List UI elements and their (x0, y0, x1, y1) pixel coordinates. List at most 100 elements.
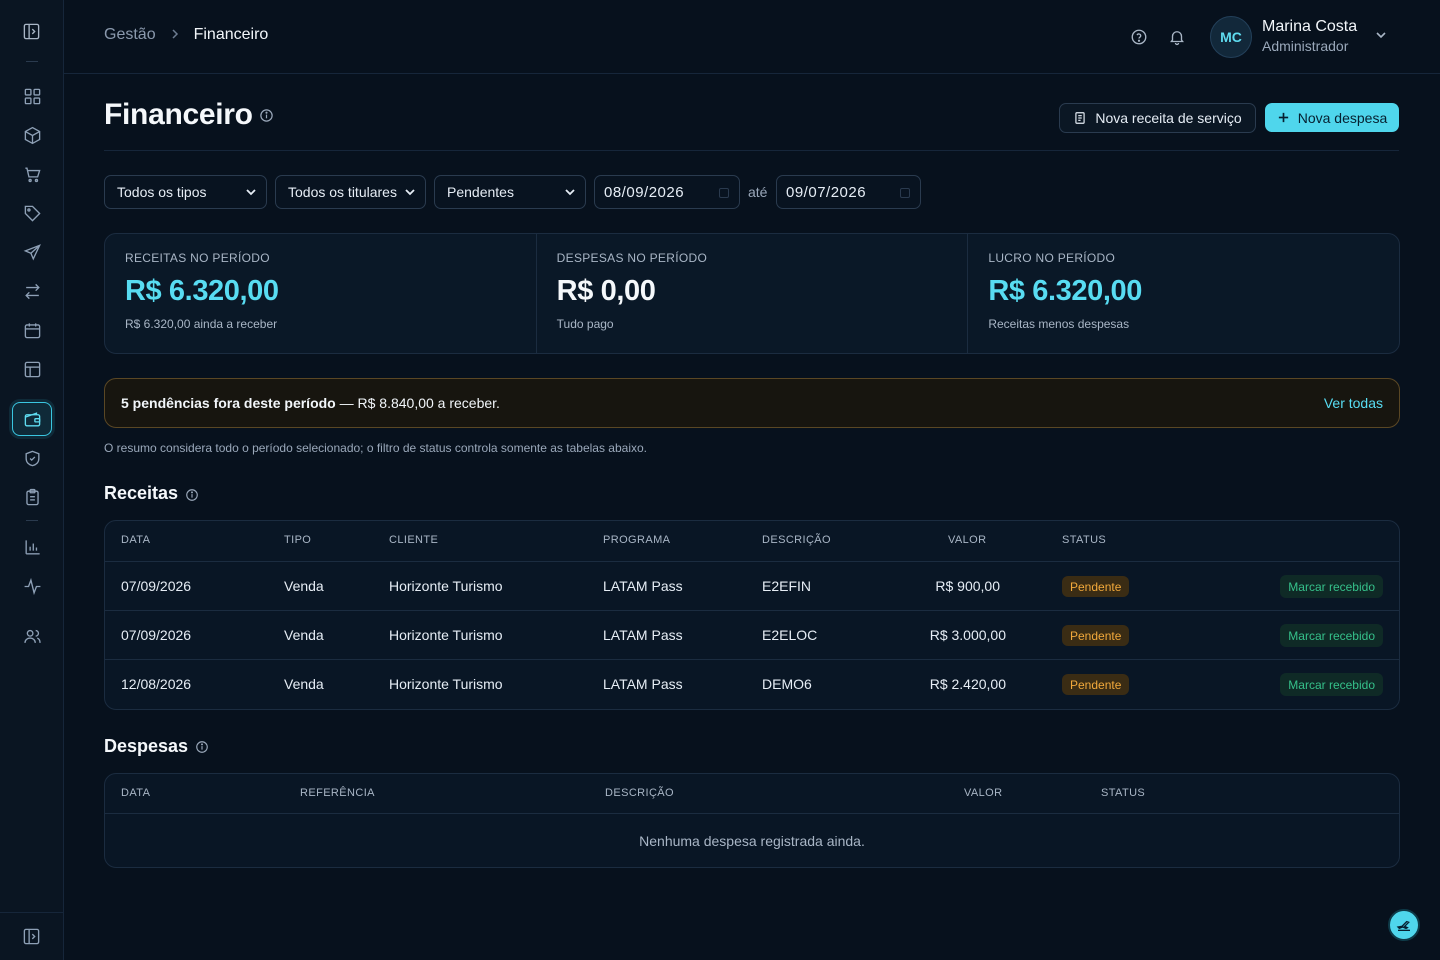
alert-text: 5 pendências fora deste período — R$ 8.8… (121, 395, 500, 411)
col-date: DATA (121, 787, 151, 799)
date-to-value: 09/07/2026 (786, 183, 867, 201)
user-name[interactable]: Marina Costa (1262, 18, 1357, 36)
sidebar-item-activity[interactable] (16, 570, 48, 602)
info-icon[interactable] (195, 740, 209, 754)
empty-state: Nenhuma despesa registrada ainda. (639, 832, 865, 849)
summary-note: O resumo considera todo o período seleci… (104, 441, 647, 455)
help-button[interactable] (1129, 27, 1149, 47)
help-icon (1131, 29, 1147, 45)
users-icon (23, 629, 41, 643)
calendar-icon[interactable] (900, 188, 910, 198)
see-all-link[interactable]: Ver todas (1324, 395, 1383, 411)
date-to-input[interactable]: 09/07/2026 (776, 175, 921, 209)
cell-date: 12/08/2026 (121, 676, 192, 692)
table-header: DATA REFERÊNCIA DESCRIÇÃO VALOR STATUS (105, 774, 1399, 814)
sidebar-item-security[interactable] (16, 442, 48, 474)
cell-description: E2ELOC (762, 627, 818, 643)
sidebar-collapse-button[interactable] (0, 912, 63, 960)
sidebar-item-transfers[interactable] (16, 275, 48, 307)
avatar[interactable]: MC (1210, 16, 1252, 58)
cart-icon (24, 166, 41, 182)
flight-icon (1396, 920, 1410, 931)
breadcrumb-parent[interactable]: Gestão (104, 26, 156, 44)
sidebar-item-dashboard[interactable] (16, 80, 48, 112)
profit-label: LUCRO NO PERÍODO (988, 251, 1116, 265)
new-expense-button[interactable]: Nova despesa (1265, 103, 1399, 132)
sidebar-item-tasks[interactable] (16, 481, 48, 513)
transfer-icon (24, 283, 40, 299)
calendar-icon[interactable] (719, 188, 729, 198)
date-from-input[interactable]: 08/09/2026 (594, 175, 740, 209)
clipboard-icon (25, 488, 39, 505)
col-description: DESCRIÇÃO (605, 787, 674, 799)
sidebar-item-calendar[interactable] (16, 314, 48, 346)
cell-description: DEMO6 (762, 676, 812, 692)
info-icon[interactable] (185, 488, 199, 502)
user-role: Administrador (1262, 38, 1349, 54)
holder-filter-select[interactable]: Todos os titulares (275, 175, 426, 209)
cell-value: R$ 3.000,00 (929, 627, 1006, 643)
alert-count: 5 pendências fora deste período (121, 395, 336, 411)
despesas-title: Despesas (104, 736, 189, 756)
cell-program: LATAM Pass (603, 578, 683, 594)
chevron-down-icon (1376, 32, 1386, 39)
user-menu-toggle[interactable] (1374, 28, 1388, 45)
chevron-right-icon (170, 28, 180, 43)
expenses-value: R$ 0,00 (556, 275, 656, 307)
table-row: 12/08/2026 Venda Horizonte Turismo LATAM… (105, 660, 1399, 709)
cell-date: 07/09/2026 (121, 627, 192, 643)
cell-type: Venda (284, 578, 324, 594)
new-service-receipt-label: Nova receita de serviço (1095, 110, 1242, 126)
chevron-down-icon (565, 189, 575, 196)
sidebar-item-products[interactable] (16, 119, 48, 151)
mark-received-button[interactable]: Marcar recebido (1280, 624, 1383, 647)
col-type: TIPO (284, 534, 312, 546)
income-label: RECEITAS NO PERÍODO (125, 251, 270, 265)
table-row: 07/09/2026 Venda Horizonte Turismo LATAM… (105, 562, 1399, 611)
sidebar-item-flights[interactable] (16, 236, 48, 268)
notifications-button[interactable] (1167, 27, 1187, 47)
page-title: Financeiro (104, 98, 253, 131)
mark-received-button[interactable]: Marcar recebido (1280, 673, 1383, 696)
sidebar-item-financeiro[interactable] (12, 402, 52, 436)
cell-value: R$ 2.420,00 (929, 676, 1006, 692)
cell-value: R$ 900,00 (935, 578, 1000, 594)
layout-icon (24, 361, 40, 377)
chevron-down-icon (405, 189, 415, 196)
table-row: 07/09/2026 Venda Horizonte Turismo LATAM… (105, 611, 1399, 660)
type-filter-select[interactable]: Todos os tipos (104, 175, 267, 209)
sidebar-divider (26, 520, 38, 521)
document-icon (1075, 112, 1086, 124)
status-filter-select[interactable]: Pendentes (434, 175, 586, 209)
sidebar-toggle-button[interactable] (0, 0, 63, 62)
cell-date: 07/09/2026 (121, 578, 192, 594)
chevron-down-icon (246, 189, 256, 196)
sidebar-item-offers[interactable] (16, 197, 48, 229)
new-expense-label: Nova despesa (1297, 109, 1388, 126)
sidebar-item-reports[interactable] (16, 531, 48, 563)
calendar-icon (24, 322, 40, 338)
receitas-title: Receitas (104, 483, 179, 503)
income-card: RECEITAS NO PERÍODO R$ 6.320,00 R$ 6.320… (105, 234, 536, 353)
sidebar-toggle-icon (23, 23, 40, 39)
sidebar-item-layout[interactable] (16, 353, 48, 385)
col-program: PROGRAMA (603, 534, 671, 546)
wallet-icon (24, 411, 40, 427)
profit-value: R$ 6.320,00 (988, 275, 1142, 307)
sidebar-item-users[interactable] (16, 620, 48, 652)
assistant-button[interactable] (1388, 909, 1420, 941)
alert-amount: — R$ 8.840,00 a receber. (335, 395, 500, 411)
new-service-receipt-button[interactable]: Nova receita de serviço (1059, 103, 1256, 133)
mark-received-button[interactable]: Marcar recebido (1280, 575, 1383, 598)
sidebar-item-sales[interactable] (16, 158, 48, 190)
type-filter-value: Todos os tipos (117, 184, 207, 200)
col-client: CLIENTE (389, 534, 439, 546)
col-value: VALOR (948, 534, 987, 546)
cell-client: Horizonte Turismo (389, 627, 503, 643)
plane-icon (23, 243, 41, 260)
col-value: VALOR (964, 787, 1003, 799)
info-icon[interactable] (259, 108, 274, 123)
header-divider (104, 150, 1399, 151)
despesas-table: DATA REFERÊNCIA DESCRIÇÃO VALOR STATUS N… (104, 773, 1400, 868)
status-filter-value: Pendentes (447, 184, 514, 200)
